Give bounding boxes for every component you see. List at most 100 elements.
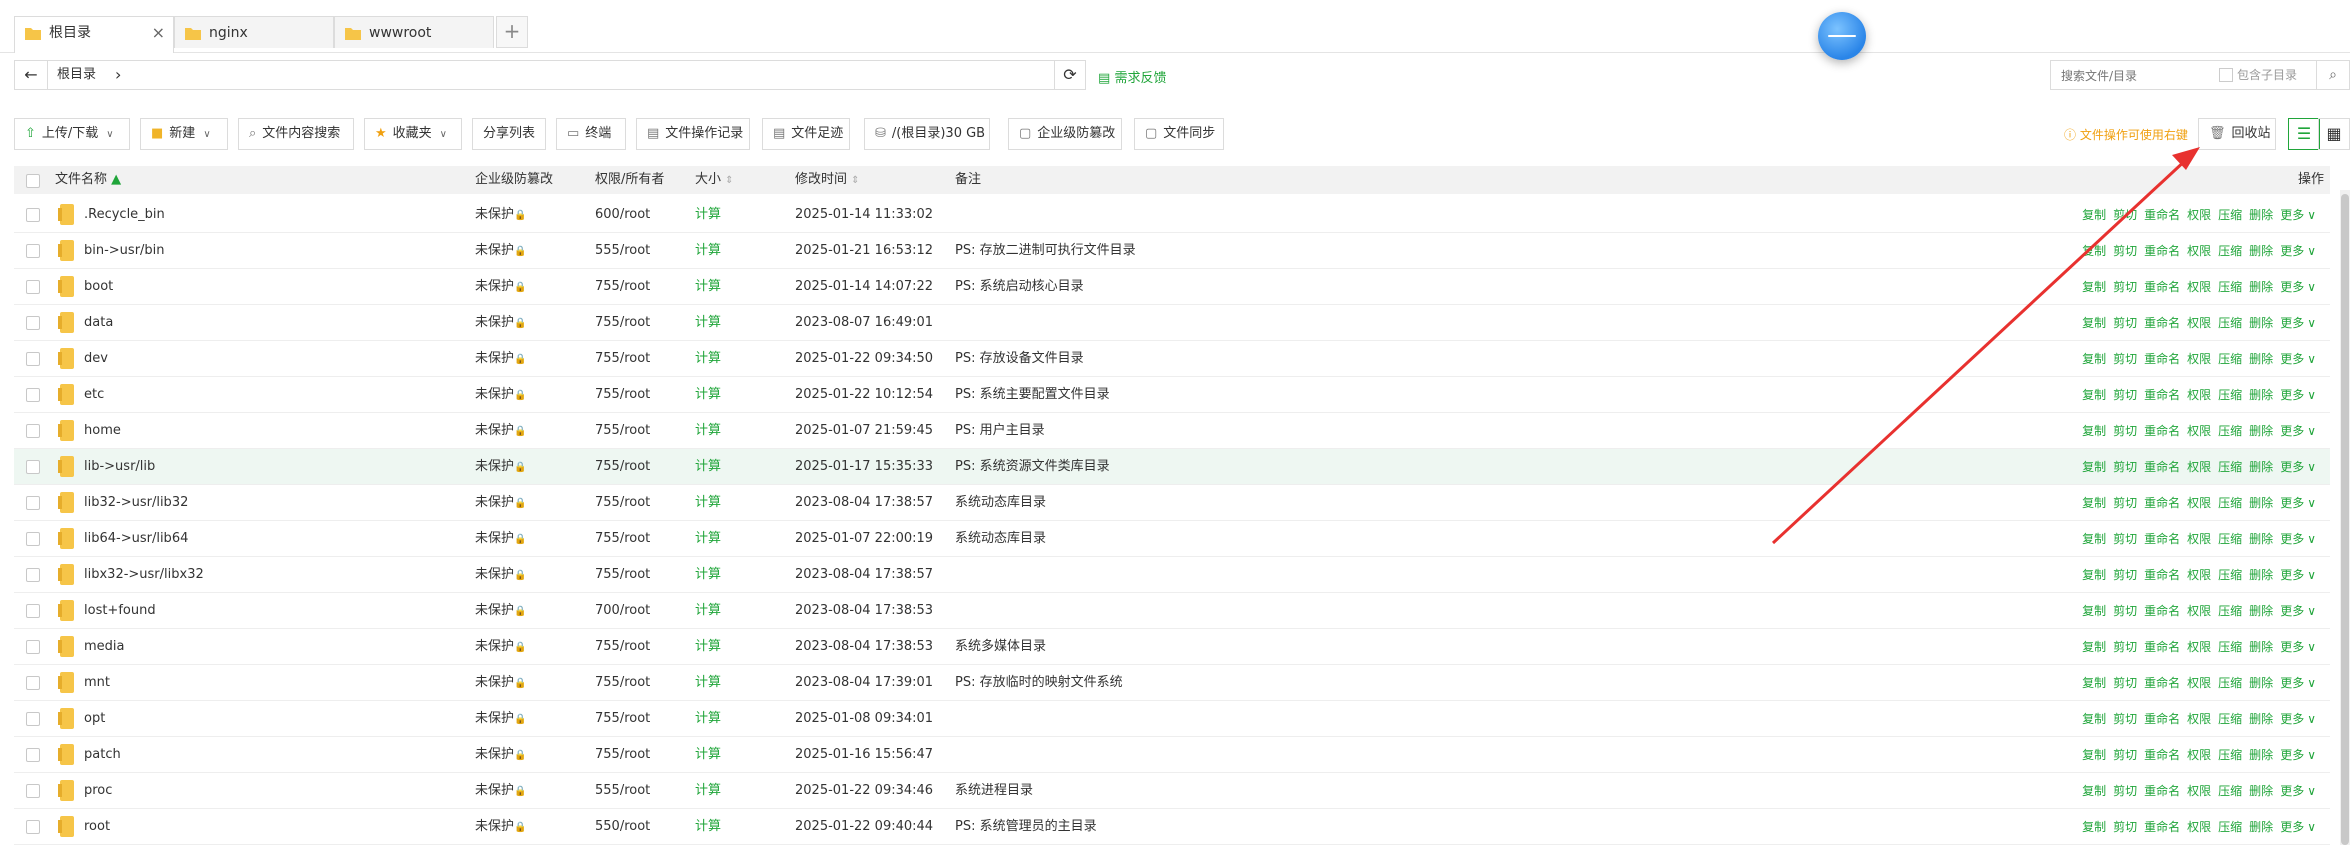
action-5[interactable]: 删除 <box>2249 352 2273 366</box>
action-2[interactable]: 重命名 <box>2144 316 2180 330</box>
action-3[interactable]: 权限 <box>2187 604 2211 618</box>
action-6[interactable]: 更多 <box>2280 316 2304 330</box>
file-name[interactable]: patch <box>84 737 121 773</box>
action-3[interactable]: 权限 <box>2187 532 2211 546</box>
note[interactable]: PS: 存放临时的映射文件系统 <box>955 665 1123 701</box>
table-row[interactable]: media 未保护🔒 755/root 计算 2023-08-04 17:38:53 系统… <box>14 629 2330 665</box>
row-checkbox[interactable] <box>26 568 40 582</box>
upload-download-button[interactable]: ⇧ 上传/下载 ∨ <box>14 118 130 150</box>
action-2[interactable]: 重命名 <box>2144 568 2180 582</box>
feedback-link[interactable]: ▤ 需求反馈 <box>1098 67 1166 86</box>
action-2[interactable]: 重命名 <box>2144 496 2180 510</box>
tamper-status[interactable]: 未保护🔒 <box>475 269 526 306</box>
disk-button[interactable]: ⛁/(根目录)30 GB <box>864 118 990 150</box>
action-4[interactable]: 压缩 <box>2218 424 2242 438</box>
tamper-status[interactable]: 未保护🔒 <box>475 305 526 342</box>
action-2[interactable]: 重命名 <box>2144 424 2180 438</box>
table-row[interactable]: mnt 未保护🔒 755/root 计算 2023-08-04 17:39:01 PS: … <box>14 665 2330 701</box>
permission[interactable]: 555/root <box>595 233 650 269</box>
note[interactable]: 系统多媒体目录 <box>955 629 1046 665</box>
row-checkbox[interactable] <box>26 352 40 366</box>
tamper-status[interactable]: 未保护🔒 <box>475 629 526 666</box>
action-5[interactable]: 删除 <box>2249 784 2273 798</box>
action-3[interactable]: 权限 <box>2187 496 2211 510</box>
action-1[interactable]: 剪切 <box>2113 496 2137 510</box>
action-6[interactable]: 更多 <box>2280 280 2304 294</box>
search-input[interactable] <box>2059 65 2213 87</box>
note[interactable]: 系统动态库目录 <box>955 521 1046 557</box>
action-3[interactable]: 权限 <box>2187 424 2211 438</box>
row-checkbox[interactable] <box>26 784 40 798</box>
note[interactable]: PS: 存放二进制可执行文件目录 <box>955 233 1136 269</box>
file-name[interactable]: libx32->usr/libx32 <box>84 557 204 593</box>
table-row[interactable]: patch 未保护🔒 755/root 计算 2025-01-16 15:56:47 复制… <box>14 737 2330 773</box>
content-search-button[interactable]: ⌕ 文件内容搜索 <box>238 118 354 150</box>
action-6[interactable]: 更多 <box>2280 748 2304 762</box>
tamper-status[interactable]: 未保护🔒 <box>475 449 526 486</box>
note[interactable]: 系统进程目录 <box>955 773 1033 809</box>
table-row[interactable]: home 未保护🔒 755/root 计算 2025-01-07 21:59:45 PS:… <box>14 413 2330 449</box>
row-checkbox[interactable] <box>26 640 40 654</box>
file-name[interactable]: boot <box>84 269 113 305</box>
action-6[interactable]: 更多 <box>2280 640 2304 654</box>
permission[interactable]: 600/root <box>595 197 650 233</box>
action-6[interactable]: 更多 <box>2280 208 2304 222</box>
action-1[interactable]: 剪切 <box>2113 820 2137 834</box>
permission[interactable]: 700/root <box>595 593 650 629</box>
new-button[interactable]: ■ 新建 ∨ <box>140 118 228 150</box>
size-calc-link[interactable]: 计算 <box>695 305 721 341</box>
address-bar[interactable]: ← 根目录 › ⟳ <box>14 60 1086 90</box>
action-5[interactable]: 删除 <box>2249 280 2273 294</box>
file-name[interactable]: bin->usr/bin <box>84 233 165 269</box>
action-4[interactable]: 压缩 <box>2218 388 2242 402</box>
action-0[interactable]: 复制 <box>2082 676 2106 690</box>
file-name[interactable]: .Recycle_bin <box>84 197 165 233</box>
action-1[interactable]: 剪切 <box>2113 460 2137 474</box>
action-4[interactable]: 压缩 <box>2218 568 2242 582</box>
action-4[interactable]: 压缩 <box>2218 460 2242 474</box>
action-4[interactable]: 压缩 <box>2218 820 2242 834</box>
action-2[interactable]: 重命名 <box>2144 748 2180 762</box>
action-5[interactable]: 删除 <box>2249 424 2273 438</box>
action-1[interactable]: 剪切 <box>2113 244 2137 258</box>
action-1[interactable]: 剪切 <box>2113 748 2137 762</box>
permission[interactable]: 755/root <box>595 665 650 701</box>
breadcrumb-root[interactable]: 根目录 <box>57 61 96 89</box>
action-0[interactable]: 复制 <box>2082 604 2106 618</box>
row-checkbox[interactable] <box>26 604 40 618</box>
action-0[interactable]: 复制 <box>2082 640 2106 654</box>
col-mtime[interactable]: 修改时间 ⇕ <box>795 166 860 195</box>
action-2[interactable]: 重命名 <box>2144 460 2180 474</box>
action-4[interactable]: 压缩 <box>2218 244 2242 258</box>
action-4[interactable]: 压缩 <box>2218 280 2242 294</box>
action-6[interactable]: 更多 <box>2280 244 2304 258</box>
action-4[interactable]: 压缩 <box>2218 676 2242 690</box>
action-2[interactable]: 重命名 <box>2144 208 2180 222</box>
permission[interactable]: 755/root <box>595 557 650 593</box>
file-name[interactable]: media <box>84 629 125 665</box>
file-name[interactable]: etc <box>84 377 104 413</box>
table-row[interactable]: lost+found 未保护🔒 700/root 计算 2023-08-04 17:38… <box>14 593 2330 629</box>
permission[interactable]: 755/root <box>595 305 650 341</box>
tamper-status[interactable]: 未保护🔒 <box>475 377 526 414</box>
size-calc-link[interactable]: 计算 <box>695 521 721 557</box>
action-1[interactable]: 剪切 <box>2113 316 2137 330</box>
action-1[interactable]: 剪切 <box>2113 640 2137 654</box>
permission[interactable]: 755/root <box>595 701 650 737</box>
action-5[interactable]: 删除 <box>2249 316 2273 330</box>
action-0[interactable]: 复制 <box>2082 244 2106 258</box>
action-3[interactable]: 权限 <box>2187 784 2211 798</box>
action-2[interactable]: 重命名 <box>2144 532 2180 546</box>
tamper-status[interactable]: 未保护🔒 <box>475 665 526 702</box>
action-5[interactable]: 删除 <box>2249 676 2273 690</box>
row-checkbox[interactable] <box>26 388 40 402</box>
action-1[interactable]: 剪切 <box>2113 784 2137 798</box>
scrollbar-thumb[interactable] <box>2341 194 2349 845</box>
row-checkbox[interactable] <box>26 316 40 330</box>
action-6[interactable]: 更多 <box>2280 676 2304 690</box>
action-3[interactable]: 权限 <box>2187 568 2211 582</box>
action-6[interactable]: 更多 <box>2280 784 2304 798</box>
action-1[interactable]: 剪切 <box>2113 712 2137 726</box>
file-name[interactable]: lib->usr/lib <box>84 449 155 485</box>
action-2[interactable]: 重命名 <box>2144 604 2180 618</box>
